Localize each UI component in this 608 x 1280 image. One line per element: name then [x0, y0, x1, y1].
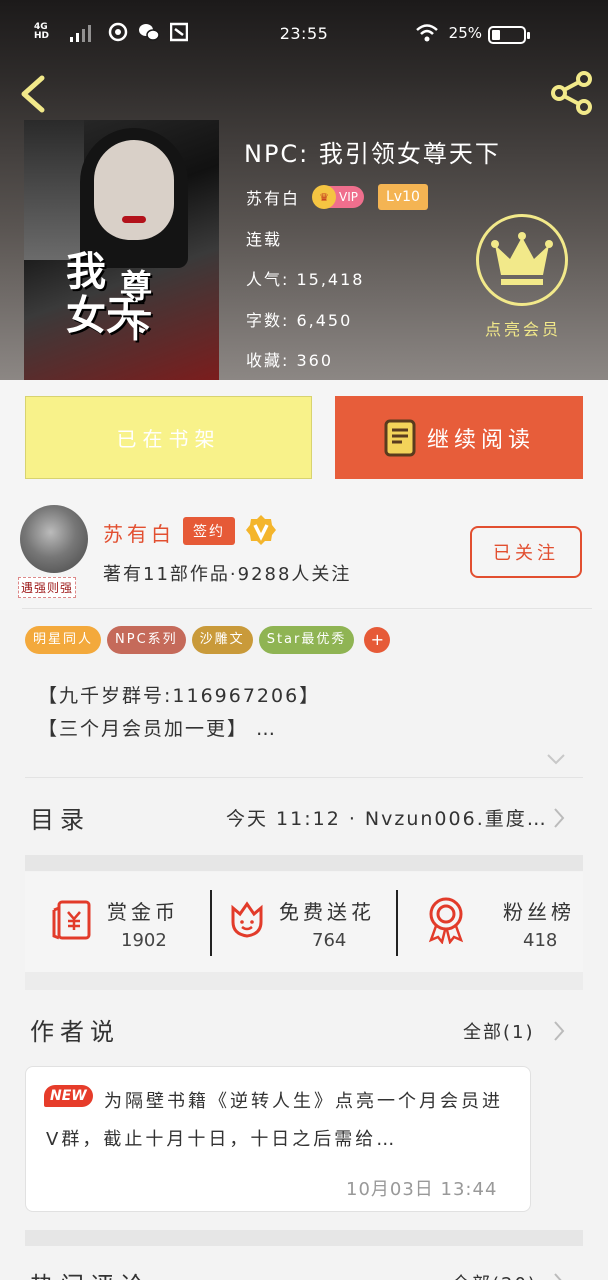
cover-title-art-2: 尊下 [120, 267, 153, 345]
fans-label: 粉丝榜 [503, 900, 575, 924]
back-arrow-icon[interactable] [14, 72, 54, 116]
tag-list: 明星同人 NPC系列 沙雕文 Star最优秀 + [25, 626, 391, 654]
book-status: 连载 [246, 230, 283, 249]
tag-item[interactable]: NPC系列 [107, 626, 186, 654]
author-note-card[interactable]: 为隔壁书籍《逆转人生》点亮一个月会员进V群，截止十月十日，十日之后需给… NEW… [25, 1066, 531, 1212]
book-favorites: 收藏: 360 [246, 351, 334, 370]
cover-figure-face [94, 140, 174, 240]
author-note-text: 为隔壁书籍《逆转人生》点亮一个月会员进V群，截止十月十日，十日之后需给… [46, 1091, 503, 1150]
vip-badge: ♛ VIP [312, 185, 364, 209]
cover-figure [24, 120, 84, 260]
divider [396, 890, 398, 956]
avatar-tag: 遇强则强 [18, 577, 77, 598]
chevron-right-icon[interactable] [553, 807, 565, 829]
share-icon[interactable] [550, 70, 596, 116]
book-popularity: 人气: 15,418 [246, 270, 365, 289]
reward-value: 1902 [121, 930, 167, 951]
in-bookshelf-button[interactable]: 已在书架 [25, 396, 312, 479]
author-says-all[interactable]: 全部(1) [463, 1018, 535, 1044]
section-separator [25, 855, 583, 871]
avatar[interactable] [20, 505, 88, 573]
crown-icon [491, 232, 553, 285]
stats-panel: 赏金币 1902 免费送花 764 粉丝榜 418 [25, 872, 583, 972]
hot-comments-title: 热门评论 [30, 1266, 150, 1280]
section-separator [25, 1230, 583, 1246]
chevron-right-icon[interactable] [553, 1020, 565, 1042]
medal-icon [428, 897, 464, 944]
author-section: 遇强则强 苏有白 签约 著有11部作品·9288人关注 已关注 [0, 490, 608, 610]
divider [210, 890, 212, 956]
author-works: 著有11部作品·9288人关注 [103, 564, 352, 585]
chevron-right-icon[interactable] [553, 1272, 565, 1280]
hot-comments-all[interactable]: 全部(20) [452, 1270, 537, 1280]
book-cover[interactable]: 我女天 尊下 [24, 120, 219, 380]
member-label[interactable]: 点亮会员 [470, 316, 576, 340]
status-bar: 4G HD 23:55 25% [0, 0, 608, 62]
action-bar: 已在书架 继续阅读 [0, 380, 608, 490]
more-tags-button[interactable]: + [364, 627, 391, 653]
vip-label: VIP [339, 190, 358, 204]
tag-item[interactable]: 沙雕文 [191, 626, 253, 654]
chevron-down-icon[interactable] [546, 752, 566, 766]
member-button[interactable] [476, 214, 568, 306]
author-note-date: 10月03日 13:44 [346, 1179, 498, 1200]
wifi-icon [415, 24, 438, 42]
latest-chapter[interactable]: 今天 11:12 · Nvzun006.重度… [226, 804, 548, 831]
cover-figure-lips [122, 216, 146, 223]
continue-reading-label: 继续阅读 [426, 427, 535, 453]
fans-value: 418 [523, 930, 558, 951]
flower-icon [231, 901, 263, 938]
reward-coins-stat[interactable]: 赏金币 1902 [25, 872, 211, 972]
red-envelope-icon [52, 900, 91, 940]
free-flower-stat[interactable]: 免费送花 764 [213, 872, 397, 972]
new-badge: NEW [44, 1085, 93, 1107]
signed-badge: 签约 [183, 517, 235, 545]
fan-rank-stat[interactable]: 粉丝榜 418 [399, 872, 583, 972]
divider [22, 608, 592, 609]
book-intro[interactable]: 【九千岁群号:116967206】 【三个月会员加一更】 … [38, 680, 320, 746]
book-word-count: 字数: 6,450 [246, 311, 353, 330]
divider [25, 777, 583, 778]
author-row: 苏有白 ♛ VIP Lv10 [246, 184, 428, 210]
reward-label: 赏金币 [107, 900, 179, 924]
continue-reading-button[interactable]: 继续阅读 [335, 396, 583, 479]
toc-label[interactable]: 目录 [30, 800, 90, 835]
intro-line: 【九千岁群号:116967206】 [38, 685, 321, 707]
author-says-title: 作者说 [30, 1018, 120, 1046]
verified-icon [246, 515, 276, 545]
book-author[interactable]: 苏有白 [246, 185, 300, 209]
tag-item[interactable]: 明星同人 [25, 626, 102, 654]
flower-value: 764 [312, 930, 347, 951]
battery-percent: 25% [448, 24, 482, 42]
tag-item[interactable]: Star最优秀 [258, 626, 355, 654]
section-separator [25, 972, 583, 990]
battery-icon [488, 26, 530, 44]
author-name[interactable]: 苏有白 [103, 518, 175, 547]
book-title: NPC: 我引领女尊天下 [244, 140, 501, 168]
book-icon [384, 419, 416, 456]
follow-button[interactable]: 已关注 [470, 526, 582, 578]
flower-label: 免费送花 [279, 900, 375, 924]
crown-icon: ♛ [312, 185, 337, 209]
intro-line: 【三个月会员加一更】 … [38, 718, 278, 740]
level-badge: Lv10 [378, 184, 428, 210]
